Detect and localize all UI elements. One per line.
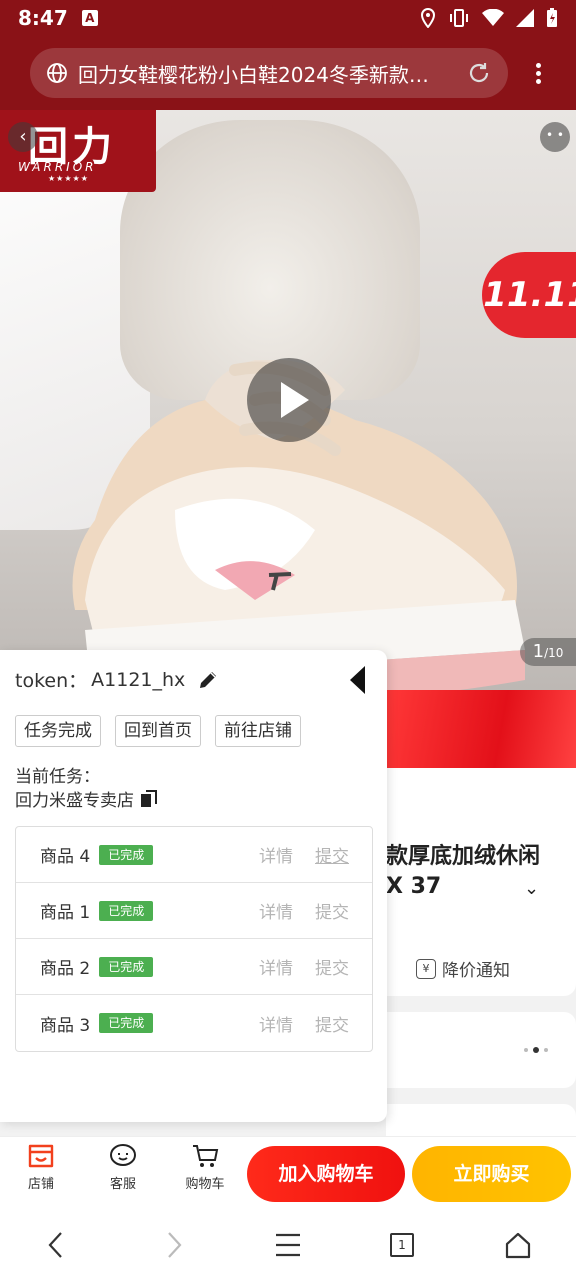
customer-service-label: 客服	[109, 1177, 136, 1192]
task-row: 商品 3 已完成 详情 提交	[16, 995, 372, 1051]
promo-banner[interactable]	[386, 690, 576, 768]
vibrate-icon	[450, 9, 468, 27]
shop-tab-label: 店铺	[27, 1177, 54, 1192]
back-nav-icon[interactable]	[46, 1230, 66, 1260]
shop-icon	[28, 1144, 54, 1168]
location-icon	[420, 8, 436, 28]
product-title: 款厚底加绒休闲	[386, 844, 541, 869]
product-gallery[interactable]: 回力 WARRIOR ★★★★★ ‹ • • 11.11 1/10	[0, 110, 576, 690]
task-name: 商品 2	[40, 959, 91, 979]
status-badge: 已完成	[99, 844, 154, 865]
double-eleven-badge[interactable]: 11.11	[482, 252, 576, 338]
task-submit-link[interactable]: 提交	[315, 898, 349, 923]
task-row: 商品 1 已完成 详情 提交	[16, 883, 372, 939]
status-badge: 已完成	[99, 900, 154, 921]
browser-toolbar: 回力女鞋樱花粉小白鞋2024冬季新款…	[0, 36, 576, 110]
back-home-button[interactable]: 回到首页	[115, 715, 201, 747]
task-detail-link[interactable]: 详情	[259, 1011, 293, 1036]
task-name: 商品 1	[40, 903, 91, 923]
edit-icon[interactable]	[197, 669, 219, 691]
task-detail-link[interactable]: 详情	[259, 898, 293, 923]
home-icon[interactable]	[504, 1230, 532, 1260]
play-video-icon[interactable]	[247, 358, 331, 442]
price-tag-icon: ¥	[416, 958, 436, 979]
back-icon[interactable]: ‹	[8, 122, 38, 152]
pager-dots	[524, 1047, 548, 1053]
product-action-bar: 店铺 客服 购物车 加入购物车 立即购买	[0, 1136, 576, 1210]
address-bar[interactable]: 回力女鞋樱花粉小白鞋2024冬季新款…	[30, 48, 508, 98]
globe-icon	[47, 63, 67, 83]
product-title-line2: X 37	[386, 874, 442, 899]
page-title: 回力女鞋樱花粉小白鞋2024冬季新款…	[78, 62, 429, 87]
forward-nav-icon[interactable]	[164, 1230, 184, 1260]
task-row: 商品 4 已完成 详情 提交	[16, 827, 372, 883]
task-list: 商品 4 已完成 详情 提交 商品 1 已完成 详情 提交 商品 2 已完成 详…	[15, 826, 373, 1052]
copy-icon[interactable]	[140, 789, 158, 808]
status-badge: 已完成	[99, 1013, 154, 1033]
brand-logo-sub: WARRIOR	[18, 160, 97, 174]
cart-tab-label: 购物车	[185, 1177, 225, 1192]
task-shop-name: 回力米盛专卖店	[15, 791, 134, 811]
browser-nav-bar: 1	[0, 1210, 576, 1280]
cart-icon	[193, 1145, 219, 1167]
signal-icon	[516, 9, 534, 27]
task-complete-button[interactable]: 任务完成	[15, 715, 101, 747]
chevron-down-icon[interactable]: ⌄	[524, 878, 539, 899]
tabs-icon[interactable]: 1	[390, 1233, 414, 1257]
clock: 8:47	[18, 6, 68, 30]
image-counter-current: 1	[532, 641, 545, 662]
collapse-panel-icon[interactable]	[350, 666, 365, 694]
reload-icon[interactable]	[466, 60, 492, 86]
task-detail-link[interactable]: 详情	[259, 954, 293, 979]
more-icon[interactable]: • •	[540, 122, 570, 152]
task-name: 商品 4	[40, 847, 91, 867]
current-task-shop: 回力米盛专卖店	[15, 786, 158, 811]
product-info-card: 款厚底加绒休闲 X 37 ⌄ ¥ 降价通知	[386, 768, 576, 996]
cart-tab[interactable]: 购物车	[175, 1143, 235, 1192]
price-drop-notice-button[interactable]: ¥ 降价通知	[416, 956, 510, 981]
task-submit-link[interactable]: 提交	[315, 1011, 349, 1036]
image-counter: 1/10	[520, 638, 576, 666]
overflow-menu-icon[interactable]	[526, 60, 550, 88]
menu-icon[interactable]	[275, 1230, 301, 1260]
status-bar: 8:47 A	[0, 0, 576, 36]
task-submit-link[interactable]: 提交	[315, 954, 349, 979]
buy-now-button[interactable]: 立即购买	[412, 1146, 571, 1202]
task-name: 商品 3	[40, 1015, 91, 1036]
battery-icon	[547, 8, 557, 27]
customer-service-icon	[110, 1144, 136, 1166]
current-task-label: 当前任务：	[15, 767, 100, 787]
task-detail-link[interactable]: 详情	[259, 842, 293, 867]
go-to-shop-button[interactable]: 前往店铺	[215, 715, 301, 747]
info-card	[386, 1012, 576, 1088]
price-drop-notice-label: 降价通知	[442, 961, 510, 981]
image-counter-total: /10	[544, 646, 564, 660]
shop-tab[interactable]: 店铺	[11, 1143, 71, 1192]
wifi-icon	[482, 9, 504, 26]
task-row: 商品 2 已完成 详情 提交	[16, 939, 372, 995]
token-label: token：	[15, 670, 88, 692]
token-value: A1121_hx	[91, 668, 186, 691]
background-vase	[120, 120, 420, 400]
panel-actions: 任务完成 回到首页 前往店铺	[15, 715, 301, 747]
brand-logo-stars: ★★★★★	[48, 174, 89, 183]
customer-service-tab[interactable]: 客服	[93, 1143, 153, 1192]
token-row: token： A1121_hx	[15, 666, 219, 693]
app-notification-icon: A	[81, 10, 98, 26]
status-badge: 已完成	[99, 956, 154, 977]
add-to-cart-button[interactable]: 加入购物车	[247, 1146, 405, 1202]
task-submit-link[interactable]: 提交	[315, 842, 349, 867]
task-helper-panel: token： A1121_hx 任务完成 回到首页 前往店铺 当前任务： 回力米…	[0, 650, 387, 1122]
